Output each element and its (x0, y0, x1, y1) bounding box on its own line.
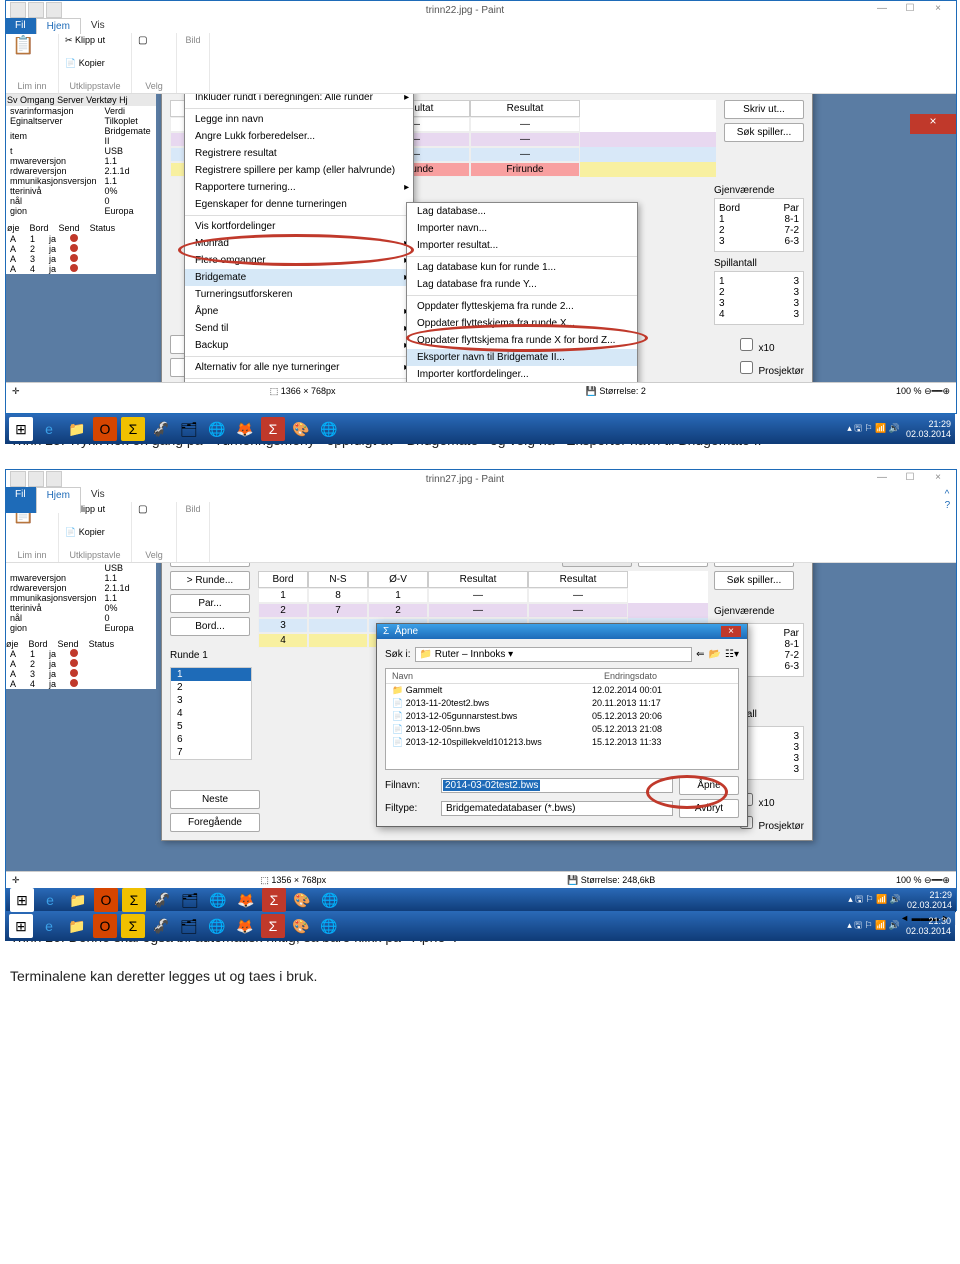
screenshot-2: trinn27.jpg - Paint —☐× Fil Hjem Vis ^ ?… (5, 469, 955, 909)
paint-statusbar-2: ✛ ⬚ 1356 × 768px 💾 Størrelse: 248,6kB 10… (6, 871, 956, 888)
save-icon[interactable] (10, 2, 26, 18)
turneringsmeny-popup[interactable]: Inkluder rundt i beregningen: Alle runde… (184, 94, 414, 382)
paint-titlebar-2: trinn27.jpg - Paint —☐× (6, 470, 956, 488)
redo-icon[interactable] (46, 2, 62, 18)
view-icon[interactable]: ☷▾ (725, 649, 739, 660)
taskbar-2[interactable]: ⊞e📁OΣ🦨🗂🌐🦊Σ🎨🌐 ▴ 🖫 ⚐ 📶 🔊21:3002.03.2014 (5, 911, 955, 941)
filetype-dropdown[interactable]: Bridgematedatabaser (*.bws) (441, 801, 673, 816)
minimize-icon[interactable]: — (868, 3, 896, 17)
x10-checkbox[interactable] (740, 338, 753, 351)
minimize-icon[interactable]: — (868, 472, 896, 486)
tab-hjem[interactable]: Hjem (36, 18, 81, 34)
paint-filename: trinn22.jpg - Paint (62, 5, 868, 16)
prosjektor-checkbox[interactable] (740, 361, 753, 374)
taskbar[interactable]: ⊞ e 📁 O Σ 🦨 🗂 🌐 🦊 Σ 🎨 🌐 ▴ 🖫 ⚐ 📶 🔊 21:290… (5, 414, 955, 444)
paint-window: trinn22.jpg - Paint —☐× Fil Hjem Vis 📋Li… (5, 0, 957, 414)
par-button[interactable]: Par... (170, 594, 250, 613)
info-panel-2: USBmwareversjon1.1rdwareversjon2.1.1dmmu… (6, 563, 156, 689)
paint-tabs: Fil Hjem Vis (5, 18, 115, 34)
filename-input[interactable]: 2014-03-02test2.bws (443, 780, 540, 791)
maximize-icon[interactable]: ☐ (896, 3, 924, 17)
file-list[interactable]: NavnEndringsdato 📁 Gammelt12.02.2014 00:… (385, 668, 739, 770)
screenshot-1: trinn22.jpg - Paint —☐× Fil Hjem Vis 📋Li… (5, 0, 955, 412)
sokspiller-button[interactable]: Søk spiller... (724, 123, 804, 142)
paint-window-2: trinn27.jpg - Paint —☐× Fil Hjem Vis ^ ?… (5, 469, 957, 911)
close-icon[interactable]: × (721, 626, 741, 637)
maximize-icon[interactable]: ☐ (896, 472, 924, 486)
paint-statusbar: ✛ ⬚ 1366 × 768px 💾 Størrelse: 2 100 % ⊖━… (6, 382, 956, 399)
paint-canvas-2: USBmwareversjon1.1rdwareversjon2.1.1dmmu… (6, 563, 956, 871)
folder-dropdown[interactable]: 📁 Ruter – Innboks ▾ (415, 647, 693, 662)
avbryt-button[interactable]: Avbryt (679, 799, 739, 818)
caption-3: Terminalene kan deretter legges ut og ta… (0, 966, 960, 1005)
skrivut-button[interactable]: Skriv ut... (724, 100, 804, 119)
system-tray[interactable]: ▴ 🖫 ⚐ 📶 🔊 21:2902.03.2014 (847, 419, 951, 439)
bridgemate-submenu[interactable]: Lag database...Importer navn...Importer … (406, 202, 638, 382)
spillantall-panel: 13233343 (714, 271, 804, 325)
neste-button[interactable]: Neste (170, 790, 260, 809)
info-table: svarinformasjonVerdiEginaltserverTilkopl… (6, 106, 156, 216)
skrivut-button[interactable]: Skriv ut... (714, 563, 794, 567)
tab-fil[interactable]: Fil (5, 18, 36, 34)
runde-button[interactable]: > Runde... (170, 571, 250, 590)
open-file-dialog: Σ Åpne× Søk i: 📁 Ruter – Innboks ▾ ⇐ 📂 ☷… (376, 623, 748, 827)
avbryt-button[interactable]: Avbryt (638, 563, 708, 567)
bord-button[interactable]: Bord... (170, 617, 250, 636)
bg-close-icon[interactable]: × (910, 114, 956, 134)
gjenvaerende-panel: BordPar18-127-236-3 (714, 198, 804, 252)
paint-titlebar: trinn22.jpg - Paint —☐× (6, 1, 956, 19)
runde-list[interactable]: 1234567 (170, 667, 252, 760)
sokspiller-button[interactable]: Søk spiller... (714, 571, 794, 590)
spill-button[interactable]: Spill... (170, 563, 250, 567)
up-icon[interactable]: 📂 (709, 649, 721, 660)
tab-vis[interactable]: Vis (81, 18, 115, 34)
back-icon[interactable]: ⇐ (696, 649, 704, 660)
undo-icon[interactable] (28, 2, 44, 18)
paint-canvas: Sv Omgang Server Verktøy Hj svarinformas… (6, 94, 956, 382)
undo-icon[interactable] (28, 471, 44, 487)
save-icon[interactable] (10, 471, 26, 487)
info-panel: Sv Omgang Server Verktøy Hj svarinformas… (6, 94, 156, 274)
close-icon[interactable]: × (924, 3, 952, 17)
inner-taskbar[interactable]: ⊞e📁OΣ🦨🗂🌐🦊Σ🎨🌐 ▴ 🖫 ⚐ 📶 🔊21:2902.03.2014 (6, 888, 956, 912)
foregaende-button[interactable]: Foregående (170, 813, 260, 832)
apne-button[interactable]: Åpne (679, 776, 739, 795)
paint-ribbon: 📋Lim inn ✂ Klipp ut📄 KopierUtklippstavle… (6, 19, 956, 94)
close-icon[interactable]: × (924, 472, 952, 486)
redo-icon[interactable] (46, 471, 62, 487)
rediger-button[interactable]: Rediger (562, 563, 632, 567)
